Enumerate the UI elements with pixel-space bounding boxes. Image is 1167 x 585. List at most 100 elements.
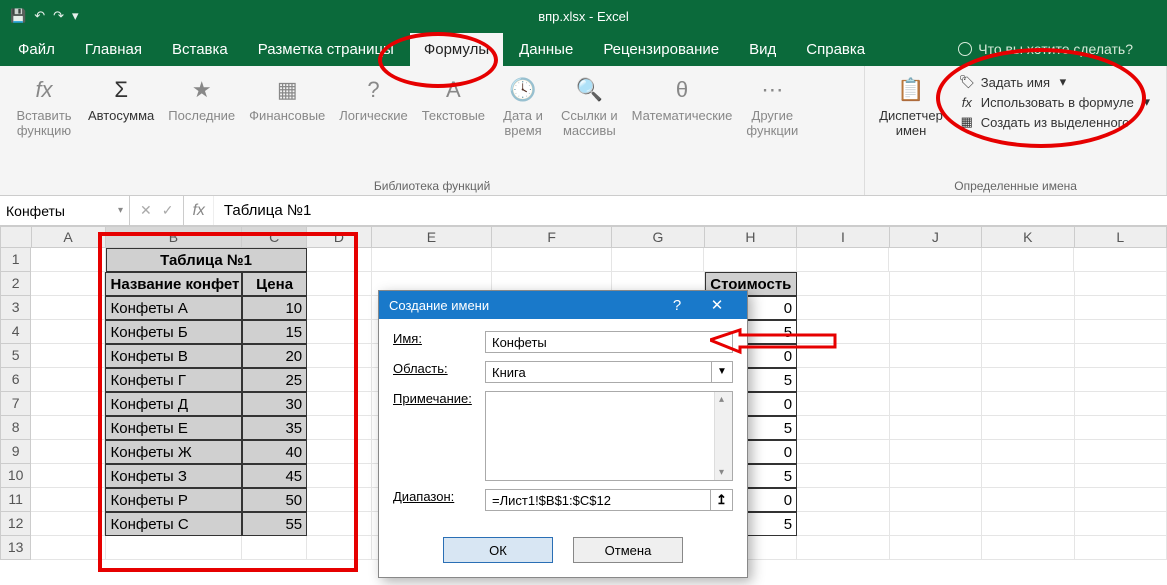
cell[interactable] <box>1075 416 1167 440</box>
cell[interactable]: Конфеты Р <box>105 488 242 512</box>
cell[interactable] <box>492 248 612 272</box>
column-header[interactable]: F <box>492 226 612 248</box>
cell[interactable] <box>307 296 372 320</box>
cell[interactable] <box>797 512 889 536</box>
tab-formulas[interactable]: Формулы <box>410 33 503 66</box>
customize-qat-icon[interactable]: ▾ <box>72 8 79 24</box>
cell[interactable] <box>890 536 983 560</box>
cell[interactable] <box>307 248 372 272</box>
cell[interactable]: Таблица №1 <box>106 248 307 272</box>
save-icon[interactable]: 💾 <box>10 8 26 24</box>
cell[interactable] <box>982 392 1074 416</box>
cell[interactable] <box>307 368 372 392</box>
row-header[interactable]: 10 <box>0 464 31 488</box>
cell[interactable] <box>612 248 705 272</box>
cell[interactable] <box>1075 344 1167 368</box>
ok-button[interactable]: ОК <box>443 537 553 563</box>
undo-icon[interactable]: ↶ <box>34 8 45 24</box>
cell[interactable]: Конфеты А <box>105 296 242 320</box>
column-header[interactable]: D <box>307 226 372 248</box>
create-from-selection-button[interactable]: ▦ Создать из выделенного <box>959 114 1150 130</box>
cell[interactable]: 30 <box>242 392 307 416</box>
cell[interactable] <box>797 296 889 320</box>
column-header[interactable]: L <box>1075 226 1167 248</box>
cell[interactable]: 15 <box>242 320 307 344</box>
cell[interactable] <box>31 416 105 440</box>
name-box[interactable]: Конфеты <box>0 196 130 225</box>
cell[interactable]: Конфеты З <box>105 464 242 488</box>
cell[interactable] <box>31 368 105 392</box>
cell[interactable] <box>31 464 105 488</box>
scope-select[interactable] <box>485 361 711 383</box>
cell[interactable] <box>31 536 105 560</box>
cell[interactable] <box>890 464 982 488</box>
cell[interactable] <box>890 392 982 416</box>
more-functions-button[interactable]: ⋯ Другиефункции <box>740 70 804 140</box>
column-header[interactable]: H <box>705 226 797 248</box>
cell[interactable] <box>1075 464 1167 488</box>
column-header[interactable]: C <box>242 226 307 248</box>
cell[interactable] <box>106 536 243 560</box>
cell[interactable] <box>797 488 889 512</box>
cell[interactable] <box>1075 440 1167 464</box>
cell[interactable] <box>31 488 105 512</box>
cell[interactable] <box>307 344 372 368</box>
cell[interactable] <box>982 368 1074 392</box>
logical-button[interactable]: ? Логические <box>333 70 413 125</box>
cell[interactable] <box>982 320 1074 344</box>
chevron-down-icon[interactable]: ▼ <box>711 361 733 383</box>
cell[interactable] <box>890 344 982 368</box>
cell[interactable] <box>31 320 105 344</box>
row-header[interactable]: 3 <box>0 296 31 320</box>
cell[interactable] <box>982 272 1074 296</box>
cell[interactable] <box>982 536 1075 560</box>
cell[interactable] <box>890 512 982 536</box>
recent-functions-button[interactable]: ★ Последние <box>162 70 241 125</box>
cell[interactable] <box>797 320 889 344</box>
enter-formula-icon[interactable]: ✓ <box>162 202 174 219</box>
cell[interactable]: Конфеты Г <box>105 368 242 392</box>
cell[interactable] <box>307 272 372 296</box>
cell[interactable] <box>307 416 372 440</box>
tab-insert[interactable]: Вставка <box>158 33 242 66</box>
cell[interactable] <box>982 512 1074 536</box>
cell[interactable]: 10 <box>242 296 307 320</box>
tab-home[interactable]: Главная <box>71 33 156 66</box>
cell[interactable] <box>307 512 372 536</box>
redo-icon[interactable]: ↷ <box>53 8 64 24</box>
cell[interactable] <box>1075 320 1167 344</box>
select-all-corner[interactable] <box>0 226 32 248</box>
use-in-formula-button[interactable]: fx Использовать в формуле ▾ <box>959 94 1150 110</box>
insert-function-button[interactable]: fx Вставить функцию <box>8 70 80 140</box>
cell[interactable] <box>982 344 1074 368</box>
cell[interactable]: Конфеты Д <box>105 392 242 416</box>
cell[interactable] <box>307 440 372 464</box>
cell[interactable] <box>31 344 105 368</box>
row-header[interactable]: 1 <box>0 248 31 272</box>
row-header[interactable]: 2 <box>0 272 31 296</box>
cell[interactable] <box>31 392 105 416</box>
tab-help[interactable]: Справка <box>792 33 879 66</box>
cancel-button[interactable]: Отмена <box>573 537 683 563</box>
tab-view[interactable]: Вид <box>735 33 790 66</box>
text-functions-button[interactable]: A Текстовые <box>416 70 491 125</box>
cell[interactable]: Конфеты Б <box>105 320 242 344</box>
cell[interactable] <box>1074 248 1167 272</box>
column-header[interactable]: E <box>372 226 492 248</box>
cell[interactable] <box>307 464 372 488</box>
name-input[interactable] <box>485 331 733 353</box>
formula-input[interactable]: Таблица №1 <box>214 196 1167 225</box>
column-header[interactable]: K <box>982 226 1074 248</box>
row-header[interactable]: 4 <box>0 320 31 344</box>
column-header[interactable]: G <box>612 226 704 248</box>
cell[interactable] <box>797 536 890 560</box>
cell[interactable] <box>890 488 982 512</box>
row-header[interactable]: 5 <box>0 344 31 368</box>
cell[interactable]: 25 <box>242 368 307 392</box>
dialog-close-button[interactable]: ✕ <box>697 296 737 314</box>
dialog-title-bar[interactable]: Создание имени ? ✕ <box>379 291 747 319</box>
range-picker-icon[interactable]: ↥ <box>711 489 733 511</box>
row-header[interactable]: 8 <box>0 416 31 440</box>
column-header[interactable]: I <box>797 226 889 248</box>
financial-button[interactable]: ▦ Финансовые <box>243 70 331 125</box>
